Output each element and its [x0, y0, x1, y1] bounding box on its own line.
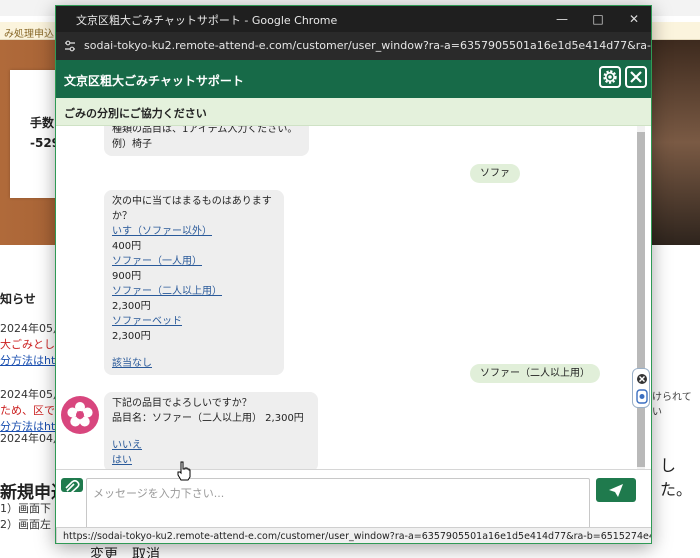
message-text: 品目名：ソファー（二人以上用） 2,300円	[112, 413, 304, 424]
background-right-small-text: けられてい	[652, 392, 692, 418]
gear-icon[interactable]	[599, 66, 621, 88]
background-subnav-text[interactable]: み処理申込	[4, 25, 54, 40]
chat-header: 文京区粗大ごみチャットサポート	[56, 60, 651, 98]
tune-icon[interactable]	[63, 39, 77, 53]
message-text: 次の中に当てはまるものはありますか？	[112, 196, 272, 222]
bot-message: 種類の品目は、1アイテム入力ください。 例）椅子	[104, 126, 309, 156]
window-titlebar[interactable]: 文京区粗大ごみチャットサポート - Google Chrome — □ ✕	[56, 6, 651, 32]
scrollbar-thumb[interactable]	[637, 132, 645, 467]
background-news-line: ため、区で	[0, 404, 55, 417]
no-link[interactable]: いいえ	[112, 438, 310, 453]
send-icon[interactable]	[596, 478, 636, 502]
yes-link[interactable]: はい	[112, 453, 310, 468]
side-widget-tab[interactable]	[632, 368, 650, 408]
background-news-line: 2）画面左	[0, 518, 51, 531]
bot-message-options: 次の中に当てはまるものはありますか？ いす（ソファー以外） 400円 ソファー（…	[104, 190, 284, 375]
chat-popup-window: 文京区粗大ごみチャットサポート - Google Chrome — □ ✕ so…	[55, 5, 652, 544]
option-link-none[interactable]: 該当なし	[112, 356, 276, 371]
message-text: ソファー（二人以上用）	[480, 368, 590, 379]
background-right-text: した。	[660, 456, 693, 499]
user-message: ソファ	[470, 164, 520, 183]
message-text: 下記の品目でよろしいですか？	[112, 398, 252, 409]
address-bar[interactable]: sodai-tokyo-ku2.remote-attend-e.com/cust…	[56, 32, 651, 60]
background-news-line: 大ごみとし	[0, 338, 55, 351]
background-bottom-text: 変更 取消	[90, 547, 160, 558]
message-text: 例）椅子	[112, 139, 152, 150]
url-text[interactable]: sodai-tokyo-ku2.remote-attend-e.com/cust…	[84, 39, 651, 52]
chat-message-area[interactable]: 種類の品目は、1アイテム入力ください。 例）椅子 ソファ 次の中に当てはまるもの…	[56, 126, 651, 469]
window-close-icon[interactable]: ✕	[616, 6, 651, 32]
hand-cursor-icon	[177, 461, 191, 481]
option-link[interactable]: いす（ソファー以外）	[112, 224, 276, 239]
option-link[interactable]: ソファー（二人以上用）	[112, 284, 276, 299]
bot-message-confirm: 下記の品目でよろしいですか？ 品目名：ソファー（二人以上用） 2,300円 いい…	[104, 392, 318, 469]
window-title: 文京区粗大ごみチャットサポート - Google Chrome	[76, 14, 338, 27]
maximize-icon[interactable]: □	[580, 6, 616, 32]
minimize-icon[interactable]: —	[544, 6, 580, 32]
close-icon[interactable]	[625, 66, 647, 88]
background-hero-image-right	[652, 40, 700, 245]
flower-avatar-icon	[61, 396, 99, 434]
paperclip-icon[interactable]	[61, 478, 83, 494]
status-bar-url: https://sodai-tokyo-ku2.remote-attend-e.…	[56, 527, 651, 543]
option-link[interactable]: ソファー（一人用）	[112, 254, 276, 269]
option-price: 400円	[112, 241, 142, 252]
option-price: 900円	[112, 271, 142, 282]
chat-header-title: 文京区粗大ごみチャットサポート	[64, 74, 244, 88]
chat-sub-header: ごみの分別にご協力ください	[56, 98, 651, 126]
option-price: 2,300円	[112, 331, 151, 342]
option-price: 2,300円	[112, 301, 151, 312]
message-text: ソファ	[480, 168, 510, 179]
background-news-line[interactable]: 分方法はhtt	[0, 352, 60, 368]
message-text: 種類の品目は、1アイテム入力ください。	[112, 126, 298, 135]
user-message: ソファー（二人以上用）	[470, 364, 600, 383]
background-news-heading: 知らせ	[0, 292, 36, 306]
background-card-line1: 手数	[30, 116, 55, 130]
option-link[interactable]: ソファーベッド	[112, 314, 276, 329]
chat-sub-header-text: ごみの分別にご協力ください	[64, 107, 207, 120]
